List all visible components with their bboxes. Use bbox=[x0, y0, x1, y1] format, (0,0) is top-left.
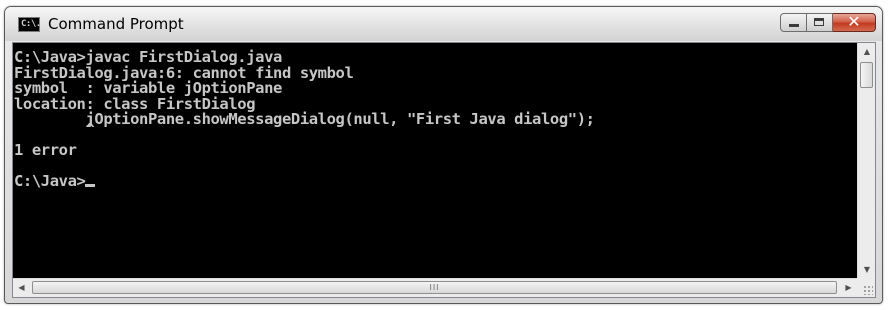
vertical-scroll-thumb[interactable] bbox=[860, 62, 873, 88]
scroll-left-arrow-icon[interactable]: ◀ bbox=[13, 279, 30, 297]
console-prompt: C:\Java> bbox=[14, 172, 86, 190]
scroll-grip-icon: III bbox=[429, 283, 440, 292]
close-button[interactable]: ✕ bbox=[833, 12, 876, 32]
horizontal-scrollbar[interactable]: ◀ III ▶ bbox=[13, 278, 857, 297]
console-output[interactable]: C:\Java>javac FirstDialog.java FirstDial… bbox=[13, 43, 857, 278]
minimize-icon bbox=[789, 24, 799, 27]
console-line: 1 error bbox=[14, 141, 77, 159]
scroll-down-arrow-icon[interactable]: ▼ bbox=[858, 261, 876, 278]
console-icon[interactable]: C:\. bbox=[18, 17, 41, 32]
horizontal-scroll-thumb[interactable]: III bbox=[32, 281, 837, 294]
maximize-button[interactable] bbox=[807, 13, 833, 32]
caption-buttons: ✕ bbox=[780, 12, 876, 32]
window-title: Command Prompt bbox=[48, 15, 184, 33]
scroll-up-arrow-icon[interactable]: ▲ bbox=[858, 43, 876, 60]
text-cursor bbox=[85, 184, 96, 187]
command-prompt-window: C:\. Command Prompt ✕ C:\Java>javac Firs… bbox=[4, 6, 883, 304]
console-client-area: C:\Java>javac FirstDialog.java FirstDial… bbox=[12, 42, 876, 298]
resize-grip[interactable] bbox=[857, 278, 875, 297]
console-text: C:\Java>javac FirstDialog.java FirstDial… bbox=[13, 43, 857, 190]
maximize-icon bbox=[814, 18, 824, 26]
console-line: ^ bbox=[14, 119, 95, 138]
vertical-scrollbar[interactable]: ▲ ▼ bbox=[857, 43, 875, 278]
close-icon: ✕ bbox=[847, 12, 861, 31]
title-bar[interactable]: C:\. Command Prompt ✕ bbox=[5, 7, 882, 41]
console-line: jOptionPane.showMessageDialog(null, "Fir… bbox=[14, 110, 595, 128]
resize-grip-icon bbox=[863, 285, 873, 295]
minimize-button[interactable] bbox=[780, 13, 807, 32]
scroll-right-arrow-icon[interactable]: ▶ bbox=[840, 279, 857, 297]
